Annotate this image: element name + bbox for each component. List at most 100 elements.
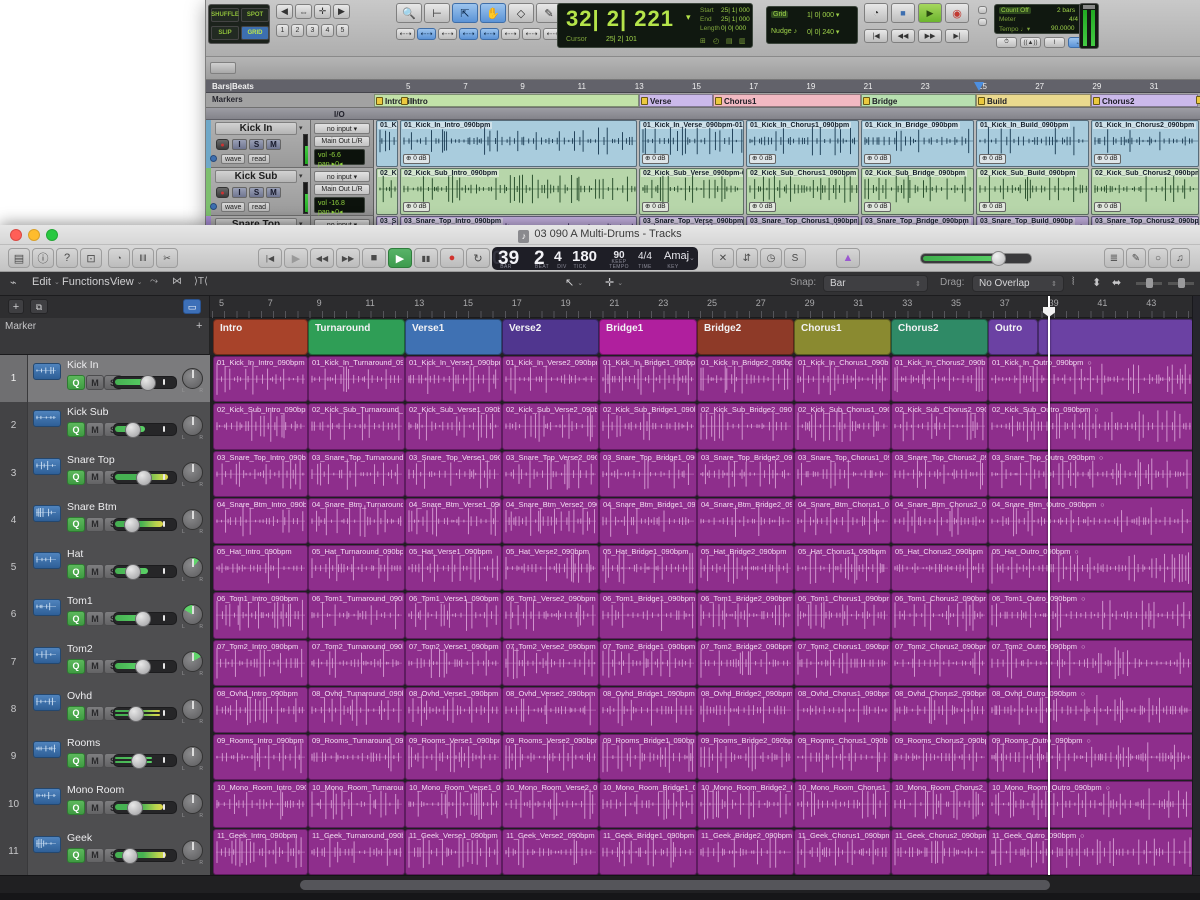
punch-button[interactable]: ⇵ <box>736 248 758 268</box>
pt-m-button[interactable]: M <box>266 187 281 198</box>
pt-marker-flag[interactable] <box>715 97 722 105</box>
go-to-beginning-button[interactable]: |◀ <box>258 248 282 268</box>
tuner-button[interactable]: ◷ <box>760 248 782 268</box>
mute-button[interactable]: M <box>86 659 104 674</box>
region-08_ovhd_outro_090bpm[interactable]: 08_Ovhd_Outro_090bpm○ <box>988 687 1194 733</box>
vertical-zoom-slider[interactable] <box>1136 282 1162 285</box>
pt-edit-mode-btn-6[interactable]: ⇠⇢ <box>522 28 541 40</box>
region-03_snare_top_verse1_090[interactable]: 03_Snare_Top_Verse1_090 <box>405 451 502 497</box>
track-volume-slider[interactable] <box>113 376 177 389</box>
volume-thumb[interactable] <box>125 564 141 580</box>
pt-marker-strip[interactable]: Chorus2 <box>1091 94 1198 107</box>
volume-thumb[interactable] <box>135 659 151 675</box>
pt-region[interactable]: 02_Kick_Sub_Build_090bpm⊕ 0 dB <box>976 168 1089 215</box>
region-09_rooms_bridge1_090bpm[interactable]: 09_Rooms_Bridge1_090bpm <box>599 734 697 780</box>
count-in-button[interactable]: ✕ <box>712 248 734 268</box>
pt-region[interactable]: 02_Kick_Sub_Chorus2_090bpm⊕ 0 dB <box>1091 168 1199 215</box>
pt-edit-mode-btn-5[interactable]: ⇠⇢ <box>501 28 520 40</box>
pt-metronome-group-1[interactable]: ((▲)) <box>1020 37 1041 48</box>
region-11_geek_verse1_090bpm[interactable]: 11_Geek_Verse1_090bpm <box>405 829 502 875</box>
pt-nudge-label[interactable]: Nudge ♪ <box>771 28 797 35</box>
mute-button[interactable]: M <box>86 375 104 390</box>
region-01_kick_in_bridge1_090bpm[interactable]: 01_Kick_In_Bridge1_090bpm <box>599 356 697 402</box>
vertical-scrollbar[interactable] <box>1192 296 1200 875</box>
pt-m-button[interactable]: M <box>266 139 281 150</box>
pt-main-counter-value[interactable]: 32| 2| 221 <box>566 6 674 32</box>
region-07_tom2_verse2_090bpm[interactable]: 07_Tom2_Verse2_090bpm <box>502 640 599 686</box>
region-01_kick_in_chorus2_090bp[interactable]: 01_Kick_In_Chorus2_090bp <box>891 356 988 402</box>
zoomer-tool[interactable]: 🔍 <box>396 3 422 23</box>
region-11_geek_outro_090bpm[interactable]: 11_Geek_Outro_090bpm○ <box>988 829 1194 875</box>
pt-lcd-icon-0[interactable]: ⊞ <box>700 37 706 45</box>
pt-zoom-btn-0[interactable]: ◀ <box>276 4 293 19</box>
mute-button[interactable]: M <box>86 800 104 815</box>
region-02_kick_sub_chorus1_090b[interactable]: 02_Kick_Sub_Chorus1_090b <box>794 403 891 449</box>
region-03_snare_top_verse2_090b[interactable]: 03_Snare_Top_Verse2_090b <box>502 451 599 497</box>
pt-region[interactable]: 01_Kick_In_Chorus1_090bpm⊕ 0 dB <box>746 120 859 167</box>
pt-region[interactable]: 02_Kick_Sub_Intro_090bpm⊕ 0 dB <box>400 168 637 215</box>
waveform-zoom-button[interactable]: ⦚ <box>1072 276 1074 289</box>
pt-input-selector[interactable]: no input ▾ <box>314 171 370 182</box>
loop-browser-button[interactable]: ○ <box>1148 248 1168 268</box>
volume-thumb[interactable] <box>128 706 144 722</box>
region-07_tom2_chorus2_090bpm[interactable]: 07_Tom2_Chorus2_090bpm <box>891 640 988 686</box>
region-01_kick_in_intro_090bpm[interactable]: 01_Kick_In_Intro_090bpm <box>213 356 308 402</box>
trim-tool[interactable]: ⊢ <box>424 3 450 23</box>
media-browser-button[interactable]: ♫ <box>1170 248 1190 268</box>
region-03_snare_top_bridge1_090[interactable]: 03_Snare_Top_Bridge1_090 <box>599 451 697 497</box>
pt-meter-label[interactable]: Meter <box>999 16 1016 23</box>
catch-icon[interactable]: ⟩T⟨ <box>194 276 208 287</box>
region-02_kick_sub_bridge2_090b[interactable]: 02_Kick_Sub_Bridge2_090b <box>697 403 794 449</box>
stop-button[interactable]: ■ <box>362 248 386 268</box>
pt-wave-chip[interactable]: wave <box>221 202 245 212</box>
track-header-ovhd[interactable]: 8OvhdQMSLR <box>0 686 210 734</box>
selector-tool[interactable]: ⇱ <box>452 3 478 23</box>
pt-mode-grid[interactable]: GRID <box>241 26 269 40</box>
mute-button[interactable]: M <box>86 706 104 721</box>
vertical-zoom-button[interactable]: ⬍ <box>1092 276 1101 289</box>
quantize-button[interactable]: Q <box>67 659 85 674</box>
drag-pointer-icon[interactable]: ⌁ <box>10 276 17 289</box>
pan-knob[interactable]: LR <box>182 651 203 672</box>
pause-button[interactable]: ▮▮ <box>414 248 438 268</box>
region-05_hat_verse1_090bpm[interactable]: 05_Hat_Verse1_090bpm <box>405 545 502 591</box>
pt-region[interactable]: 02_Kick_Sub_Chorus1_090bpm⊕ 0 dB <box>746 168 859 215</box>
track-header-kick-in[interactable]: 1Kick InQMSLR <box>0 355 210 403</box>
metronome-button[interactable]: ▲ <box>836 248 860 268</box>
zoom-slider-thumb[interactable] <box>1146 278 1153 288</box>
arrangement-marker-verse1[interactable]: Verse1 <box>405 319 502 355</box>
volume-thumb[interactable] <box>122 848 138 864</box>
region-04_snare_btm_chorus1_090[interactable]: 04_Snare_Btm_Chorus1_090 <box>794 498 891 544</box>
pt-mini-btn-2[interactable] <box>978 18 987 26</box>
region-09_rooms_outro_090bpm[interactable]: 09_Rooms_Outro_090bpm○ <box>988 734 1194 780</box>
pt-playhead-arrow[interactable] <box>974 82 984 91</box>
pt-zoom-preset-5[interactable]: 5 <box>336 24 349 37</box>
region-06_tom1_bridge2_090bpm[interactable]: 06_Tom1_Bridge2_090bpm <box>697 592 794 638</box>
pt-marker-flag[interactable] <box>978 97 985 105</box>
region-09_rooms_intro_090bpm[interactable]: 09_Rooms_Intro_090bpm <box>213 734 308 780</box>
track-volume-slider[interactable] <box>113 754 177 767</box>
quick-help-button[interactable]: ? <box>56 248 78 268</box>
track-header-rooms[interactable]: 9RoomsQMSLR <box>0 733 210 781</box>
smart-controls-button[interactable]: ◔ <box>108 248 130 268</box>
arrangement-marker-tail[interactable] <box>1038 319 1194 355</box>
pan-knob[interactable]: LR <box>182 793 203 814</box>
arrangement-marker-chorus2[interactable]: Chorus2 <box>891 319 988 355</box>
pt-marker-flag[interactable] <box>1093 97 1100 105</box>
snap-menu[interactable]: Bar⇕ <box>823 275 928 292</box>
pt-read-chip[interactable]: read <box>248 202 270 212</box>
pt-marker-strip[interactable]: Verse <box>639 94 713 107</box>
pt-marker-flag[interactable] <box>401 97 408 105</box>
region-10_mono_room_turnaround_[interactable]: 10_Mono_Room_Turnaround_ <box>308 781 405 827</box>
region-10_mono_room_outro_090bpm[interactable]: 10_Mono_Room_Outro_090bpm○ <box>988 781 1194 827</box>
region-03_snare_top_intro_090bp[interactable]: 03_Snare_Top_Intro_090bp <box>213 451 308 497</box>
region-02_kick_sub_turnaround_09[interactable]: 02_Kick_Sub_Turnaround_09 <box>308 403 405 449</box>
pt-region[interactable]: 01_Kick_In_Build_090bpm⊕ 0 dB <box>976 120 1089 167</box>
pt-record-button[interactable]: ◉ <box>945 3 969 23</box>
region-07_tom2_verse1_090bpm[interactable]: 07_Tom2_Verse1_090bpm <box>405 640 502 686</box>
region-07_tom2_chorus1_090bpm[interactable]: 07_Tom2_Chorus1_090bpm <box>794 640 891 686</box>
pt-mode-shuffle[interactable]: SHUFFLE <box>211 8 239 22</box>
pt-tempo-label[interactable]: Tempo ♩▾ <box>999 25 1030 33</box>
editors-button[interactable]: ✂ <box>156 248 178 268</box>
region-07_tom2_bridge1_090bpm[interactable]: 07_Tom2_Bridge1_090bpm <box>599 640 697 686</box>
